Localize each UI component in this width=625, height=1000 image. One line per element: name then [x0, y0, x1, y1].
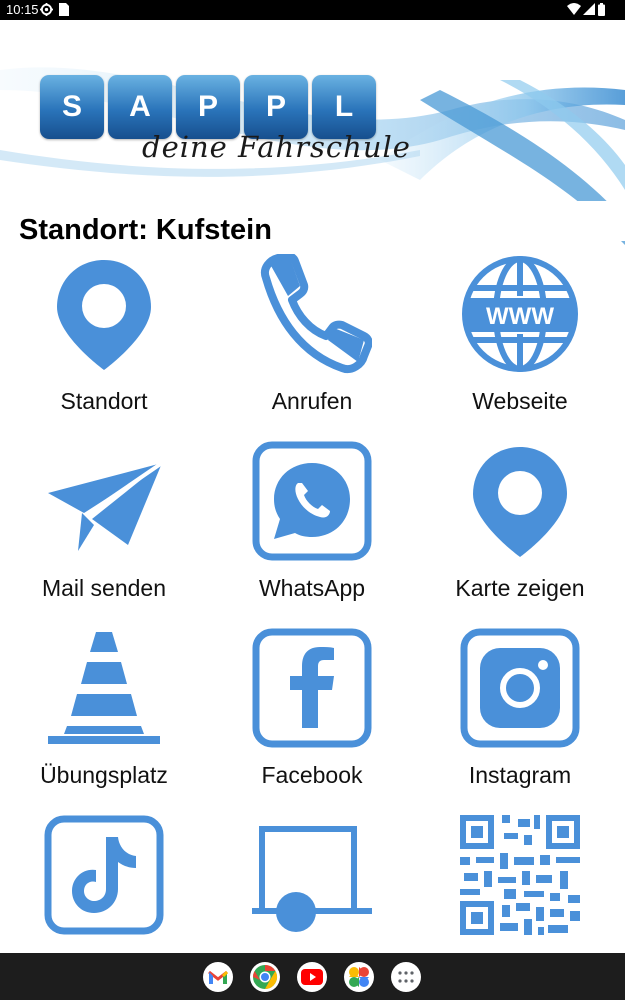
signal-icon: [583, 3, 595, 15]
svg-text:WWW: WWW: [486, 303, 554, 330]
tile-label: Webseite: [472, 388, 568, 414]
tile-mail-senden[interactable]: Mail senden: [0, 437, 208, 623]
tiktok-icon: [44, 815, 164, 935]
tile-standort[interactable]: Standort: [0, 250, 208, 436]
sim-card-icon: [59, 3, 69, 16]
whatsapp-icon: [252, 441, 372, 561]
status-bar: 10:15: [0, 0, 625, 20]
battery-icon: [598, 3, 605, 16]
tile-label: Standort: [60, 388, 148, 414]
tile-instagram[interactable]: Instagram: [416, 624, 624, 810]
wifi-icon: [567, 3, 581, 15]
tile-karte-zeigen[interactable]: Karte zeigen: [416, 437, 624, 623]
page-title: Standort: Kufstein: [19, 214, 272, 246]
instagram-icon: [460, 628, 580, 748]
photos-icon[interactable]: [344, 962, 374, 992]
tile-label: Karte zeigen: [455, 575, 585, 601]
paper-plane-icon: [48, 461, 164, 551]
tile-webseite[interactable]: WWW Webseite: [416, 250, 624, 436]
tile-label: Anrufen: [271, 388, 353, 414]
tile-label: Instagram: [468, 762, 572, 788]
traffic-cone-icon: [48, 632, 160, 744]
navigation-bar: [0, 953, 625, 1000]
tile-anrufen[interactable]: Anrufen: [208, 250, 416, 436]
app-drawer-icon[interactable]: [391, 962, 421, 992]
qr-code-icon: [460, 815, 580, 935]
globe-www-icon: WWW: [462, 256, 578, 372]
phone-icon: [261, 254, 372, 373]
logo-tagline: deine Fahrschule: [142, 130, 411, 164]
tile-label: Mail senden: [41, 575, 167, 601]
tile-whatsapp[interactable]: WhatsApp: [208, 437, 416, 623]
youtube-icon[interactable]: [297, 962, 327, 992]
status-time: 10:15: [6, 2, 39, 17]
chrome-icon[interactable]: [250, 962, 280, 992]
tile-label: Facebook: [261, 762, 363, 788]
settings-gear-icon: [40, 3, 53, 16]
trailer-icon: [252, 826, 372, 932]
app-dock: [203, 962, 421, 992]
gmail-icon[interactable]: [203, 962, 233, 992]
tile-label: WhatsApp: [258, 575, 366, 601]
facebook-icon: [252, 628, 372, 748]
logo-tile: S: [40, 75, 104, 139]
tile-facebook[interactable]: Facebook: [208, 624, 416, 810]
tile-uebungsplatz[interactable]: Übungsplatz: [0, 624, 208, 810]
map-pin-icon: [473, 447, 567, 557]
location-pin-icon: [57, 260, 151, 370]
tile-label: Übungsplatz: [40, 762, 168, 788]
